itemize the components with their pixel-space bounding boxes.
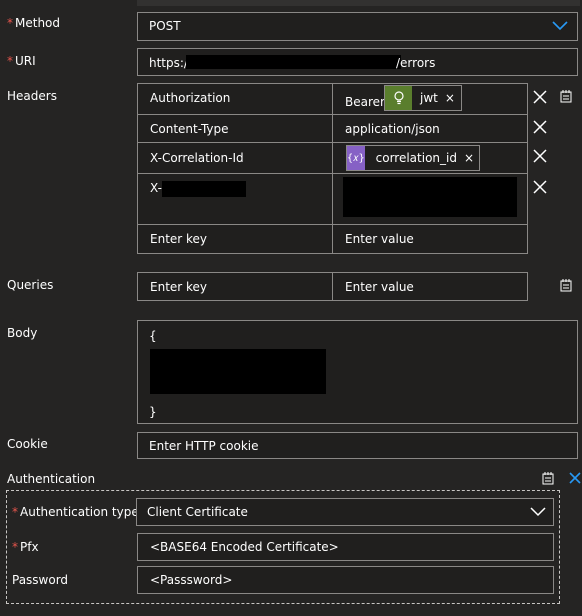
auth-type-label-text: Authentication type [20, 505, 139, 519]
uri-value-suffix: /errors [396, 56, 436, 70]
header-value-cell[interactable] [332, 173, 528, 225]
authentication-label: Authentication [7, 472, 96, 486]
token-label: correlation_id [375, 151, 457, 165]
password-label: Password [12, 573, 69, 587]
uri-value-prefix: https:/ [149, 56, 188, 70]
auth-type-value: Client Certificate [147, 505, 248, 519]
delete-header-button[interactable] [532, 89, 548, 105]
close-authentication-icon[interactable] [568, 471, 582, 485]
pfx-label: * Pfx [12, 540, 39, 554]
key-placeholder: Enter key [150, 280, 208, 294]
query-new-value-input[interactable]: Enter value [332, 272, 528, 301]
header-key-cell[interactable]: X-Correlation-Id [137, 142, 333, 174]
header-value-redacted [343, 177, 517, 217]
header-key-redacted [162, 181, 246, 197]
uri-label: * URI [7, 54, 36, 68]
header-key: Authorization [150, 91, 231, 105]
cookie-placeholder: Enter HTTP cookie [149, 439, 259, 453]
password-input[interactable]: <Passsword> [137, 566, 554, 594]
authentication-panel: * Authentication type Client Certificate … [6, 490, 560, 604]
header-value-cell[interactable]: {𝑥} correlation_id × [332, 142, 528, 174]
method-label-text: Method [15, 16, 61, 30]
body-editor[interactable]: { } [137, 320, 578, 424]
header-value-cell[interactable]: Bearer jwt × [332, 83, 528, 115]
pfx-input[interactable]: <BASE64 Encoded Certificate> [137, 533, 554, 561]
header-new-value-input[interactable]: Enter value [332, 224, 528, 254]
token-label: jwt [420, 91, 438, 105]
query-new-key-input[interactable]: Enter key [137, 272, 333, 301]
pfx-value: <BASE64 Encoded Certificate> [150, 540, 339, 554]
chevron-down-icon[interactable] [529, 503, 547, 521]
close-icon[interactable]: × [464, 151, 474, 165]
auth-type-label: * Authentication type [12, 505, 139, 519]
cookie-label: Cookie [7, 437, 48, 451]
dynamic-content-token[interactable]: {𝑥} correlation_id × [346, 145, 480, 171]
uri-label-text: URI [15, 54, 36, 68]
required-asterisk: * [7, 54, 13, 68]
close-icon[interactable]: × [445, 91, 455, 105]
bulb-icon [385, 86, 412, 110]
delete-header-button[interactable] [532, 179, 548, 195]
header-key: X- [150, 181, 162, 195]
header-key: Content-Type [150, 122, 229, 136]
key-placeholder: Enter key [150, 232, 208, 246]
method-dropdown[interactable]: POST [137, 12, 578, 41]
body-open-brace: { [149, 329, 157, 343]
headers-label: Headers [7, 89, 57, 103]
header-key-cell[interactable]: X- [137, 173, 333, 225]
uri-input[interactable]: https:/ /errors [137, 48, 578, 76]
body-close-brace: } [149, 405, 157, 419]
header-value-text: application/json [345, 122, 440, 136]
header-key: X-Correlation-Id [150, 151, 244, 165]
header-new-key-input[interactable]: Enter key [137, 224, 333, 254]
required-asterisk: * [12, 540, 18, 554]
delete-header-button[interactable] [532, 119, 548, 135]
chevron-down-icon[interactable] [551, 17, 569, 35]
value-placeholder: Enter value [345, 232, 414, 246]
pfx-label-text: Pfx [20, 540, 39, 554]
switch-to-text-mode-icon[interactable] [558, 88, 574, 104]
body-redacted-content [150, 349, 326, 394]
method-label: * Method [7, 16, 60, 30]
required-asterisk: * [12, 505, 18, 519]
dynamic-content-token[interactable]: jwt × [384, 85, 462, 111]
body-label: Body [7, 326, 38, 340]
uri-redacted-segment [186, 55, 401, 69]
top-header-strip [137, 0, 580, 6]
switch-to-text-mode-icon[interactable] [540, 470, 556, 486]
method-value: POST [149, 19, 181, 33]
headers-table: Authorization Bearer jwt × Content-Type … [137, 83, 528, 254]
required-asterisk: * [7, 16, 13, 30]
queries-label: Queries [7, 278, 54, 292]
header-value-cell[interactable]: application/json [332, 114, 528, 143]
expression-icon: {𝑥} [347, 146, 365, 170]
delete-header-button[interactable] [532, 148, 548, 164]
password-value: <Passsword> [150, 573, 233, 587]
header-value-text: Bearer [345, 95, 385, 109]
queries-table: Enter key Enter value [137, 272, 528, 302]
header-key-cell[interactable]: Content-Type [137, 114, 333, 143]
auth-type-dropdown[interactable]: Client Certificate [136, 498, 554, 526]
value-placeholder: Enter value [345, 280, 414, 294]
cookie-input[interactable]: Enter HTTP cookie [137, 432, 578, 459]
header-key-cell[interactable]: Authorization [137, 83, 333, 115]
switch-to-text-mode-icon[interactable] [558, 277, 574, 293]
